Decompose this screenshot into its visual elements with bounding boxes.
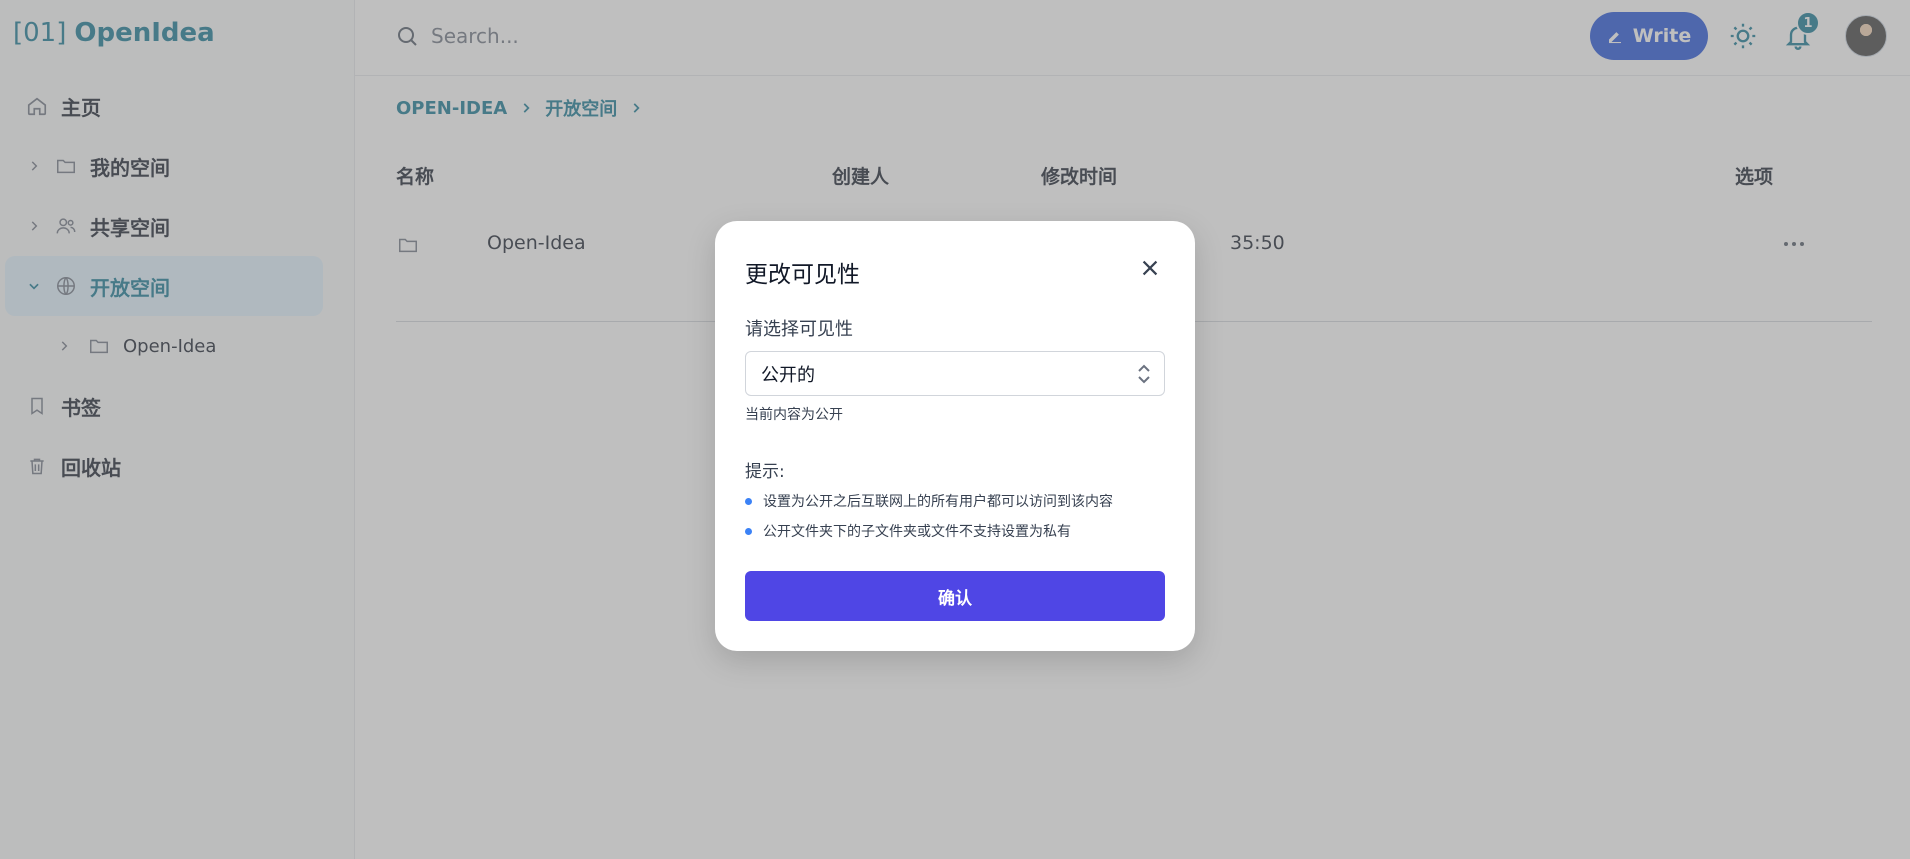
tips-title: 提示: bbox=[745, 462, 785, 482]
tip-item: 设置为公开之后互联网上的所有用户都可以访问到该内容 bbox=[745, 491, 1113, 511]
modal-title: 更改可见性 bbox=[745, 262, 860, 288]
tip-text: 设置为公开之后互联网上的所有用户都可以访问到该内容 bbox=[763, 494, 1113, 510]
bullet-icon bbox=[745, 497, 752, 505]
visibility-select[interactable]: 公开的 bbox=[745, 351, 1165, 396]
visibility-label: 请选择可见性 bbox=[745, 319, 853, 340]
visibility-helper-text: 当前内容为公开 bbox=[745, 407, 843, 423]
close-icon[interactable] bbox=[1133, 251, 1167, 285]
bullet-icon bbox=[745, 527, 752, 535]
visibility-modal: 更改可见性 请选择可见性 公开的 当前内容为公开 提示: 设置为公开之后互联网上… bbox=[715, 221, 1195, 651]
tip-text: 公开文件夹下的子文件夹或文件不支持设置为私有 bbox=[763, 524, 1071, 540]
confirm-button[interactable]: 确认 bbox=[745, 571, 1165, 621]
chevron-updown-icon bbox=[1136, 362, 1152, 386]
tip-item: 公开文件夹下的子文件夹或文件不支持设置为私有 bbox=[745, 521, 1071, 541]
app-root: [01] OpenIdea 主页 我的空间 bbox=[0, 0, 1910, 859]
visibility-selected-value: 公开的 bbox=[761, 364, 815, 386]
